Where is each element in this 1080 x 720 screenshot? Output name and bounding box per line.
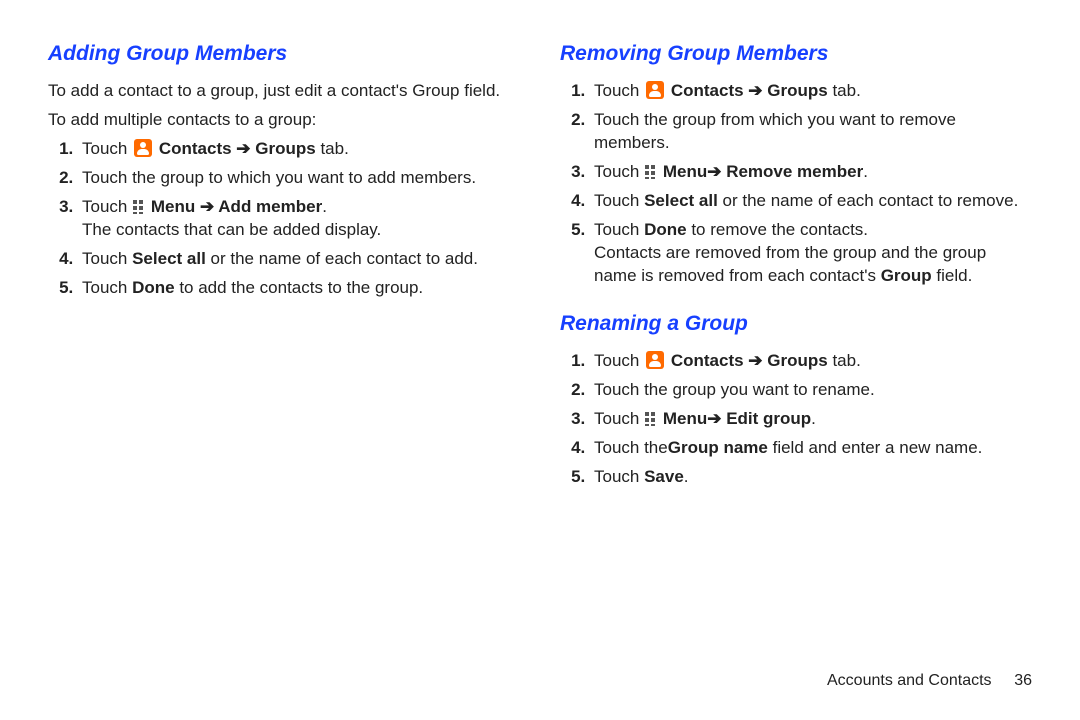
contacts-icon	[646, 81, 664, 99]
removing-step-2: Touch the group from which you want to r…	[590, 109, 1032, 155]
text-bold: Contacts	[159, 139, 232, 158]
renaming-step-5: Touch Save.	[590, 466, 1032, 489]
text-bold: Edit group	[726, 409, 811, 428]
contacts-icon	[134, 139, 152, 157]
menu-icon	[645, 165, 655, 179]
text: Touch	[82, 197, 132, 216]
removing-step-3: Touch Menu➔ Remove member.	[590, 161, 1032, 184]
text: Touch	[594, 162, 644, 181]
adding-step-4: Touch Select all or the name of each con…	[78, 248, 520, 271]
text: to remove the contacts.	[687, 220, 868, 239]
text: field.	[932, 266, 973, 285]
arrow-icon: ➔	[744, 81, 768, 100]
removing-steps-list: Touch Contacts ➔ Groups tab. Touch the g…	[560, 80, 1032, 288]
step-result: Contacts are removed from the group and …	[594, 242, 1032, 288]
removing-step-4: Touch Select all or the name of each con…	[590, 190, 1032, 213]
text: Touch	[82, 139, 132, 158]
text-bold: Select all	[644, 191, 718, 210]
text: Touch	[594, 81, 644, 100]
text: .	[863, 162, 868, 181]
text: or the name of each contact to remove.	[718, 191, 1019, 210]
arrow-icon: ➔	[232, 139, 256, 158]
arrow-icon: ➔	[707, 162, 726, 181]
text-bold: Contacts	[671, 351, 744, 370]
contacts-icon	[646, 351, 664, 369]
left-column: Adding Group Members To add a contact to…	[48, 40, 520, 495]
text-bold: Done	[644, 220, 687, 239]
text: Touch	[594, 220, 644, 239]
adding-steps-list: Touch Contacts ➔ Groups tab. Touch the g…	[48, 138, 520, 300]
text-bold: Groups	[767, 81, 827, 100]
text: tab.	[828, 351, 861, 370]
renaming-step-3: Touch Menu➔ Edit group.	[590, 408, 1032, 431]
renaming-step-1: Touch Contacts ➔ Groups tab.	[590, 350, 1032, 373]
page-footer: Accounts and Contacts 36	[827, 670, 1032, 692]
text: Touch	[594, 191, 644, 210]
adding-step-5: Touch Done to add the contacts to the gr…	[78, 277, 520, 300]
renaming-step-4: Touch theGroup name field and enter a ne…	[590, 437, 1032, 460]
text: field and enter a new name.	[773, 438, 983, 457]
text: Touch	[594, 467, 644, 486]
chapter-name: Accounts and Contacts	[827, 672, 992, 689]
text: tab.	[316, 139, 349, 158]
menu-icon	[645, 412, 655, 426]
text: Touch	[82, 278, 132, 297]
heading-renaming-a-group: Renaming a Group	[560, 310, 1032, 338]
text-bold: Remove member	[726, 162, 863, 181]
text: Touch the	[594, 438, 668, 457]
text-bold: Select all	[132, 249, 206, 268]
text: to add the contacts to the group.	[175, 278, 424, 297]
arrow-icon: ➔	[744, 351, 768, 370]
text: Touch	[594, 351, 644, 370]
text: tab.	[828, 81, 861, 100]
text-bold: Groups	[767, 351, 827, 370]
heading-adding-group-members: Adding Group Members	[48, 40, 520, 68]
intro-text-1: To add a contact to a group, just edit a…	[48, 80, 520, 103]
text-bold: Add member	[218, 197, 322, 216]
text: .	[684, 467, 689, 486]
adding-step-3: Touch Menu ➔ Add member. The contacts th…	[78, 196, 520, 242]
page-number: 36	[996, 670, 1032, 692]
text-bold: Groups	[255, 139, 315, 158]
text: Touch	[594, 409, 644, 428]
text-bold: Group	[881, 266, 932, 285]
step-note: The contacts that can be added display.	[82, 219, 520, 242]
page-columns: Adding Group Members To add a contact to…	[48, 40, 1032, 495]
text: .	[811, 409, 816, 428]
menu-icon	[133, 200, 143, 214]
renaming-step-2: Touch the group you want to rename.	[590, 379, 1032, 402]
text-bold: Done	[132, 278, 175, 297]
heading-removing-group-members: Removing Group Members	[560, 40, 1032, 68]
removing-step-1: Touch Contacts ➔ Groups tab.	[590, 80, 1032, 103]
text-bold: Contacts	[671, 81, 744, 100]
right-column: Removing Group Members Touch Contacts ➔ …	[560, 40, 1032, 495]
text: or the name of each contact to add.	[206, 249, 478, 268]
intro-text-2: To add multiple contacts to a group:	[48, 109, 520, 132]
text-bold: Group name	[668, 438, 773, 457]
removing-step-5: Touch Done to remove the contacts. Conta…	[590, 219, 1032, 288]
adding-step-1: Touch Contacts ➔ Groups tab.	[78, 138, 520, 161]
text: .	[322, 197, 327, 216]
renaming-steps-list: Touch Contacts ➔ Groups tab. Touch the g…	[560, 350, 1032, 489]
text-bold: Menu	[151, 197, 195, 216]
text-bold: Menu	[663, 409, 707, 428]
adding-step-2: Touch the group to which you want to add…	[78, 167, 520, 190]
text: Touch	[82, 249, 132, 268]
arrow-icon: ➔	[707, 409, 726, 428]
arrow-icon: ➔	[195, 197, 218, 216]
text-bold: Menu	[663, 162, 707, 181]
text-bold: Save	[644, 467, 684, 486]
